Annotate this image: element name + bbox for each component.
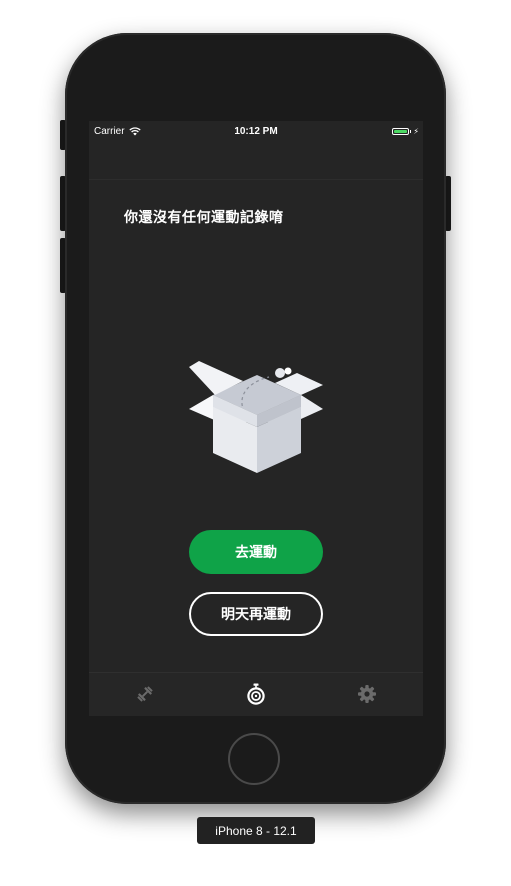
app-screen: Carrier 10:12 PM ⚡ 你還沒有任何運動記錄唷 去運動 明天再運動 — [89, 121, 423, 716]
go-exercise-button[interactable]: 去運動 — [189, 530, 323, 574]
battery-icon — [392, 128, 410, 135]
tab-timer[interactable] — [244, 682, 268, 706]
stopwatch-icon — [247, 683, 265, 705]
home-button[interactable] — [228, 733, 280, 785]
navigation-bar — [89, 141, 423, 180]
open-box-illustration — [189, 361, 323, 473]
battery-level — [394, 130, 408, 133]
battery-tip — [410, 130, 412, 133]
exercise-tomorrow-button[interactable]: 明天再運動 — [189, 592, 323, 636]
dumbbell-icon — [137, 686, 153, 702]
charging-icon: ⚡ — [413, 127, 419, 136]
status-bar: Carrier 10:12 PM ⚡ — [89, 121, 423, 141]
tab-workouts[interactable] — [133, 682, 157, 706]
clock: 10:12 PM — [234, 126, 278, 137]
simulator-stage: Carrier 10:12 PM ⚡ 你還沒有任何運動記錄唷 去運動 明天再運動… — [0, 0, 511, 886]
battery-indicator: ⚡ — [392, 127, 419, 136]
empty-state-message: 你還沒有任何運動記錄唷 — [124, 209, 284, 225]
gear-icon — [358, 685, 376, 703]
tab-settings[interactable] — [355, 682, 379, 706]
device-label: iPhone 8 - 12.1 — [197, 817, 315, 844]
tab-bar — [89, 672, 423, 716]
